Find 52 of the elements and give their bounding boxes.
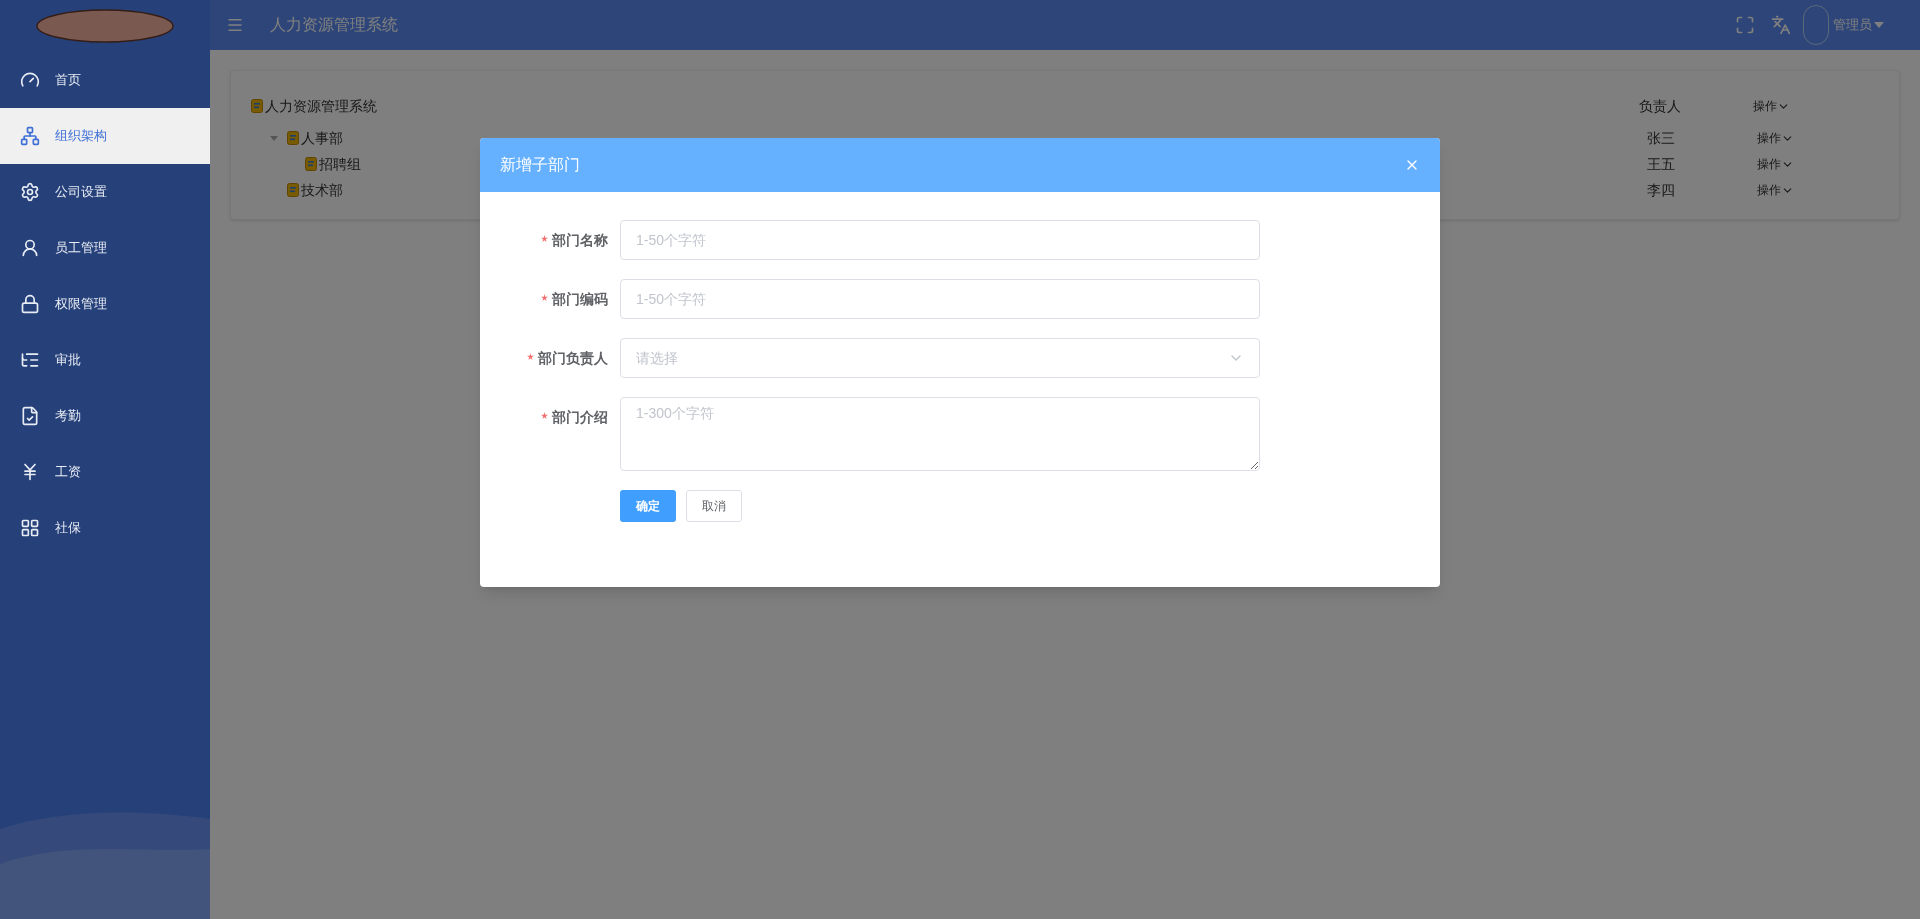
- field-label: 部门负责人: [538, 348, 608, 368]
- tree-root-label[interactable]: 人力资源管理系统: [265, 95, 377, 117]
- logo-icon: [35, 9, 175, 43]
- list-icon: [20, 350, 40, 370]
- sidebar-item[interactable]: 工资: [0, 444, 210, 500]
- actions-dropdown[interactable]: 操作: [1749, 155, 1879, 173]
- lock-icon: [20, 294, 40, 314]
- textarea-field[interactable]: 1-300个字符: [620, 397, 1260, 471]
- sidebar-item[interactable]: 考勤: [0, 388, 210, 444]
- folder-icon: [287, 131, 299, 145]
- sidebar-item[interactable]: 公司设置: [0, 164, 210, 220]
- tree-node-label[interactable]: 技术部: [301, 179, 343, 201]
- actions-dropdown[interactable]: 操作: [1749, 97, 1879, 115]
- input-field[interactable]: 1-50个字符: [620, 220, 1260, 260]
- sidebar-item[interactable]: 权限管理: [0, 276, 210, 332]
- actions-dropdown[interactable]: 操作: [1749, 129, 1879, 147]
- folder-icon: [305, 157, 317, 171]
- tree-node-label[interactable]: 人事部: [301, 127, 343, 149]
- cancel-button[interactable]: 取消: [686, 490, 742, 522]
- settings-icon: [20, 182, 40, 202]
- tree-node-label[interactable]: 招聘组: [319, 153, 361, 175]
- field-label: 部门名称: [552, 230, 608, 250]
- app-title: 人力资源管理系统: [270, 15, 398, 35]
- manager-name: 张三: [1646, 128, 1676, 148]
- manager-name: 王五: [1646, 154, 1676, 174]
- language-icon[interactable]: [1771, 15, 1791, 35]
- sidebar-item[interactable]: 首页: [0, 52, 210, 108]
- field-label: 部门介绍: [552, 407, 608, 427]
- select-placeholder: 请选择: [636, 348, 678, 368]
- folder-icon: [251, 99, 263, 113]
- org-chart-icon: [20, 126, 40, 146]
- user-menu[interactable]: 管理员: [1833, 15, 1884, 35]
- grid-icon: [20, 518, 40, 538]
- sidebar-item[interactable]: 审批: [0, 332, 210, 388]
- fullscreen-icon[interactable]: [1735, 15, 1755, 35]
- caret-icon: [1874, 21, 1884, 29]
- confirm-button[interactable]: 确定: [620, 490, 676, 522]
- actions-dropdown[interactable]: 操作: [1749, 181, 1879, 199]
- expand-arrow-icon[interactable]: [269, 133, 279, 143]
- folder-icon: [287, 183, 299, 197]
- sidebar-item[interactable]: 组织架构: [0, 108, 210, 164]
- sidebar-item[interactable]: 社保: [0, 500, 210, 556]
- menu-icon[interactable]: [226, 16, 244, 34]
- field-label: 部门编码: [552, 289, 608, 309]
- gauge-icon: [20, 70, 40, 90]
- sidebar-item[interactable]: 员工管理: [0, 220, 210, 276]
- dialog-title: 新增子部门: [500, 155, 580, 175]
- manager-name: 李四: [1646, 180, 1676, 200]
- column-header: 负责人: [1639, 96, 1682, 116]
- input-field[interactable]: 1-50个字符: [620, 279, 1260, 319]
- document-check-icon: [20, 406, 40, 426]
- person-icon: [20, 238, 40, 258]
